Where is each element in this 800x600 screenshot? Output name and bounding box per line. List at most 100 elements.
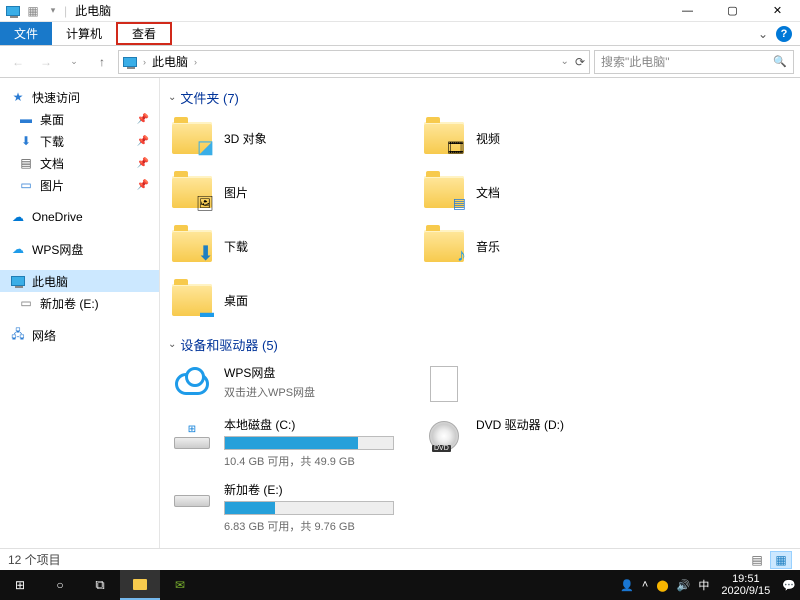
- sidebar-item-label: 此电脑: [32, 273, 68, 290]
- task-view-button[interactable]: ⧉: [80, 570, 120, 600]
- folder-music[interactable]: ♪ 音乐: [420, 221, 660, 271]
- folder-pictures[interactable]: 🖼 图片: [168, 167, 408, 217]
- section-title: 文件夹 (7): [180, 88, 239, 107]
- folder-icon: ♪: [422, 224, 466, 268]
- monitor-icon: [10, 273, 26, 289]
- breadcrumb-sep-icon[interactable]: ›: [143, 57, 146, 67]
- device-sub: 6.83 GB 可用，共 9.76 GB: [224, 518, 406, 534]
- folder-downloads[interactable]: ⬇ 下载: [168, 221, 408, 271]
- start-button[interactable]: ⊞: [0, 570, 40, 600]
- qat-dropdown-icon[interactable]: ▾: [44, 2, 62, 20]
- search-placeholder: 搜索"此电脑": [601, 53, 670, 70]
- people-icon[interactable]: 👤: [620, 579, 634, 592]
- file-icon: [422, 364, 466, 404]
- up-button[interactable]: ↑: [90, 50, 114, 74]
- content-pane: ⌄ 文件夹 (7) ◪ 3D 对象 🎞 视频 🖼 图片 ▤ 文档 ⬇ 下载: [160, 78, 800, 558]
- section-folders-header[interactable]: ⌄ 文件夹 (7): [168, 88, 792, 107]
- explorer-taskbar-icon[interactable]: [120, 570, 160, 600]
- sidebar-item-downloads[interactable]: ⬇ 下载 📌: [0, 130, 159, 152]
- folder-label: 音乐: [476, 238, 500, 255]
- navigation-bar: ← → ⌄ ↑ › 此电脑 › ⌄ ⟳ 搜索"此电脑" 🔍: [0, 46, 800, 78]
- refresh-icon[interactable]: ⟳: [575, 55, 585, 69]
- sidebar-item-label: 下载: [40, 133, 64, 150]
- breadcrumb-root[interactable]: 此电脑: [152, 53, 188, 70]
- qat-properties-icon[interactable]: ▦: [24, 2, 42, 20]
- sidebar-onedrive[interactable]: ☁ OneDrive: [0, 206, 159, 228]
- device-sub: 10.4 GB 可用，共 49.9 GB: [224, 453, 406, 469]
- folder-icon: ▤: [422, 170, 466, 214]
- folder-icon: ◪: [170, 116, 214, 160]
- device-title: WPS网盘: [224, 364, 406, 381]
- security-icon[interactable]: ⬤: [656, 579, 668, 592]
- tray-expand-icon[interactable]: ˄: [642, 579, 648, 591]
- action-center-icon[interactable]: 💬: [782, 579, 796, 592]
- volume-icon[interactable]: 🔊: [677, 579, 691, 592]
- folder-desktop[interactable]: ▬ 桌面: [168, 275, 408, 325]
- address-dropdown-icon[interactable]: ⌄: [561, 56, 569, 67]
- sidebar-wps[interactable]: ☁ WPS网盘: [0, 238, 159, 260]
- cloud-icon: [170, 364, 214, 404]
- search-icon[interactable]: 🔍: [773, 55, 787, 68]
- details-view-button[interactable]: ▤: [746, 551, 768, 569]
- device-title: DVD 驱动器 (D:): [476, 416, 658, 433]
- device-c-drive[interactable]: ⊞ 本地磁盘 (C:) 10.4 GB 可用，共 49.9 GB: [168, 412, 408, 473]
- recent-locations-button[interactable]: ⌄: [62, 50, 86, 74]
- folder-label: 文档: [476, 184, 500, 201]
- pin-icon: 📌: [137, 136, 149, 147]
- forward-button[interactable]: →: [34, 50, 58, 74]
- clock[interactable]: 19:51 2020/9/15: [717, 573, 774, 597]
- ime-icon[interactable]: 中: [698, 577, 709, 593]
- maximize-button[interactable]: ▢: [710, 0, 755, 22]
- section-title: 设备和驱动器 (5): [180, 335, 278, 354]
- section-devices-header[interactable]: ⌄ 设备和驱动器 (5): [168, 335, 792, 354]
- minimize-button[interactable]: —: [665, 0, 710, 22]
- sidebar-item-label: 快速访问: [32, 89, 80, 106]
- folder-3d-objects[interactable]: ◪ 3D 对象: [168, 113, 408, 163]
- wechat-taskbar-icon[interactable]: ✉: [160, 570, 200, 600]
- device-wps[interactable]: WPS网盘 双击进入WPS网盘: [168, 360, 408, 408]
- sidebar-network[interactable]: 🖧 网络: [0, 324, 159, 346]
- close-button[interactable]: ✕: [755, 0, 800, 22]
- usage-bar: [224, 436, 394, 450]
- tab-file[interactable]: 文件: [0, 22, 52, 45]
- sidebar-item-pictures[interactable]: ▭ 图片 📌: [0, 174, 159, 196]
- pin-icon: 📌: [137, 158, 149, 169]
- device-blank-file[interactable]: [420, 360, 660, 408]
- address-bar[interactable]: › 此电脑 › ⌄ ⟳: [118, 50, 590, 74]
- pin-icon: 📌: [137, 180, 149, 191]
- sidebar-quick-access[interactable]: ★ 快速访问: [0, 86, 159, 108]
- tab-computer[interactable]: 计算机: [52, 22, 116, 45]
- folders-grid: ◪ 3D 对象 🎞 视频 🖼 图片 ▤ 文档 ⬇ 下载 ♪ 音乐: [168, 113, 792, 325]
- back-button[interactable]: ←: [6, 50, 30, 74]
- breadcrumb-sep-icon[interactable]: ›: [194, 57, 197, 67]
- folder-icon: ▬: [170, 278, 214, 322]
- view-toggles: ▤ ▦: [746, 551, 792, 569]
- cloud-icon: ☁: [10, 209, 26, 225]
- ribbon-expand-icon[interactable]: ⌄: [758, 27, 768, 41]
- sidebar-item-desktop[interactable]: ▬ 桌面 📌: [0, 108, 159, 130]
- tab-view[interactable]: 查看: [116, 22, 172, 45]
- sidebar-item-documents[interactable]: ▤ 文档 📌: [0, 152, 159, 174]
- sidebar-item-label: 新加卷 (E:): [40, 295, 99, 312]
- app-icon[interactable]: [4, 2, 22, 20]
- document-icon: ▤: [18, 155, 34, 171]
- drive-icon: ⊞: [170, 416, 214, 456]
- sidebar-new-volume[interactable]: ▭ 新加卷 (E:): [0, 292, 159, 314]
- folder-videos[interactable]: 🎞 视频: [420, 113, 660, 163]
- device-dvd[interactable]: DVD DVD 驱动器 (D:): [420, 412, 660, 473]
- device-e-drive[interactable]: 新加卷 (E:) 6.83 GB 可用，共 9.76 GB: [168, 477, 408, 538]
- folder-label: 3D 对象: [224, 130, 267, 147]
- navigation-pane: ★ 快速访问 ▬ 桌面 📌 ⬇ 下载 📌 ▤ 文档 📌 ▭ 图片 📌: [0, 78, 160, 558]
- help-icon[interactable]: ?: [776, 26, 792, 42]
- search-input[interactable]: 搜索"此电脑" 🔍: [594, 50, 794, 74]
- folder-label: 下载: [224, 238, 248, 255]
- icons-view-button[interactable]: ▦: [770, 551, 792, 569]
- sidebar-item-label: 桌面: [40, 111, 64, 128]
- folder-icon: ⬇: [170, 224, 214, 268]
- sidebar-this-pc[interactable]: 此电脑: [0, 270, 159, 292]
- folder-icon: 🖼: [170, 170, 214, 214]
- drive-icon: [170, 481, 214, 521]
- folder-documents[interactable]: ▤ 文档: [420, 167, 660, 217]
- network-icon: 🖧: [10, 327, 26, 343]
- cortana-button[interactable]: ○: [40, 570, 80, 600]
